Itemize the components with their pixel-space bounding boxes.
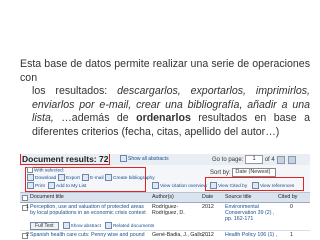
row-date: 2012 bbox=[202, 204, 214, 210]
row-cited-by[interactable]: 0 bbox=[290, 204, 293, 210]
select-all-checkbox[interactable] bbox=[27, 167, 33, 173]
related-icon bbox=[104, 222, 112, 230]
with-selected-label: With selected: bbox=[27, 167, 64, 173]
abstract-icon bbox=[120, 155, 127, 162]
sort-highlight-frame bbox=[205, 177, 304, 191]
add-to-list-link[interactable]: Add to My List bbox=[48, 182, 86, 189]
document-results-count: Document results: 72 bbox=[20, 154, 111, 165]
document-title-link[interactable]: Spanish health care cuts: Penny wise and… bbox=[30, 232, 150, 238]
sort-by-select[interactable]: Date (Newest) bbox=[232, 168, 277, 177]
row-authors[interactable]: Rodríguez-Rodríguez, D. bbox=[152, 204, 200, 216]
row-number: 2 bbox=[26, 232, 29, 238]
row-date: 2012 bbox=[202, 232, 214, 238]
header-checkbox[interactable] bbox=[22, 195, 28, 201]
column-document-title[interactable]: Document title bbox=[30, 194, 64, 200]
column-date[interactable]: Date bbox=[202, 194, 213, 200]
sort-by: Sort by: Date (Newest) bbox=[210, 168, 277, 177]
page-total: of 4 bbox=[264, 157, 275, 164]
related-documents-link[interactable]: Related documents bbox=[113, 224, 154, 229]
table-row: 1 Perception, use and valuation of prote… bbox=[20, 203, 310, 231]
next-page-icon[interactable] bbox=[288, 155, 297, 164]
row-actions: Full Text Show abstract Related document… bbox=[30, 222, 154, 230]
description-line-5: criterios (fecha, citas, apellido del au… bbox=[81, 125, 280, 138]
row-source[interactable]: Health Policy 106 (1) , bbox=[225, 232, 277, 238]
print-link[interactable]: Print bbox=[27, 182, 45, 189]
description-line-2a: los resultados: bbox=[32, 85, 118, 97]
full-text-button[interactable]: Full Text bbox=[30, 222, 59, 230]
row-number: 1 bbox=[26, 204, 29, 210]
email-icon bbox=[82, 174, 89, 181]
page-navigation: Go to page: 1 of 4 bbox=[212, 155, 297, 164]
show-abstract-link[interactable]: Show abstract bbox=[71, 224, 101, 229]
description-paragraph: Esta base de datos permite realizar una … bbox=[20, 58, 310, 139]
description-continuation: los resultados: descargarlos, exportarlo… bbox=[20, 85, 310, 139]
create-bibliography-link[interactable]: Create bibliography bbox=[105, 174, 155, 181]
scopus-results-screenshot: Document results: 72 Show all abstracts … bbox=[20, 154, 310, 240]
download-icon bbox=[27, 174, 34, 181]
download-link[interactable]: Download bbox=[27, 174, 56, 181]
show-all-abstracts-link[interactable]: Show all abstracts bbox=[120, 155, 169, 162]
abstract-icon bbox=[62, 222, 70, 230]
description-line-4b: ordenarlos bbox=[136, 112, 191, 124]
export-link[interactable]: Export bbox=[58, 174, 80, 181]
description-line-4a: …además de bbox=[61, 112, 137, 124]
sort-by-label: Sort by: bbox=[210, 170, 231, 177]
row-cited-by[interactable]: 1 bbox=[290, 232, 293, 238]
table-row: 2 Spanish health care cuts: Penny wise a… bbox=[20, 231, 310, 240]
add-icon bbox=[48, 182, 55, 189]
column-cited-by[interactable]: Cited by bbox=[278, 194, 297, 200]
description-line-1: Esta base de datos permite realizar una … bbox=[20, 58, 310, 84]
go-button[interactable] bbox=[277, 155, 286, 164]
export-icon bbox=[58, 174, 65, 181]
print-icon bbox=[27, 182, 34, 189]
results-toolbar: With selected: Download Export E-mail Cr… bbox=[20, 165, 310, 193]
email-link[interactable]: E-mail bbox=[82, 174, 104, 181]
citation-icon bbox=[152, 182, 159, 189]
view-citation-overview-link[interactable]: View citation overview bbox=[152, 182, 207, 189]
go-to-page-label: Go to page: bbox=[212, 157, 244, 164]
column-source-title[interactable]: Source title bbox=[225, 194, 252, 200]
description-line-2b: descargarlos, exportarlos, imprimirlos, bbox=[117, 85, 310, 97]
page-input[interactable]: 1 bbox=[245, 155, 264, 164]
document-title-link[interactable]: Perception, use and valuation of protect… bbox=[30, 204, 148, 216]
bibliography-icon bbox=[105, 174, 112, 181]
row-source[interactable]: Environmental Conservation 39 (2) , pp. … bbox=[225, 204, 275, 222]
column-authors[interactable]: Author(s) bbox=[152, 194, 174, 200]
results-table-header: Document title Author(s) Date Source tit… bbox=[20, 193, 310, 203]
